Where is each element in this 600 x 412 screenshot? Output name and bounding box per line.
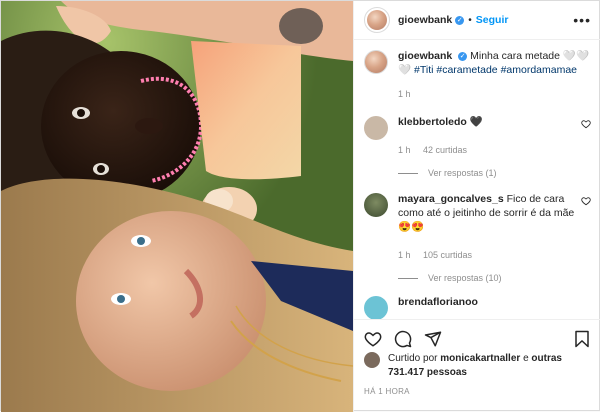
comment-item: brendaflorianoo xyxy=(364,295,591,320)
post-header: gioewbank ✓ • Seguir ••• xyxy=(354,1,600,40)
post-sidebar: gioewbank ✓ • Seguir ••• gioewbank ✓ Min… xyxy=(353,1,600,412)
like-comment-heart-icon[interactable] xyxy=(581,119,591,129)
post-timestamp[interactable]: HÁ 1 HORA xyxy=(364,387,410,396)
comment-item: mayara_goncalves_s Fico de cara como até… xyxy=(364,192,591,262)
comment-username[interactable]: klebbertoledo xyxy=(398,116,467,128)
instagram-post: gioewbank ✓ • Seguir ••• gioewbank ✓ Min… xyxy=(0,0,600,412)
comment-icon[interactable] xyxy=(394,330,412,348)
caption-hashtags[interactable]: #Titi #carametade #amordamamae xyxy=(414,64,577,76)
post-photo[interactable] xyxy=(1,1,353,412)
commenter-avatar[interactable] xyxy=(364,296,388,320)
comment-username[interactable]: brendaflorianoo xyxy=(398,296,478,308)
comments-list[interactable]: gioewbank ✓ Minha cara metade 🤍🤍🤍 #Titi … xyxy=(364,49,591,327)
verified-badge-icon: ✓ xyxy=(455,15,465,25)
comment-text: 🖤 xyxy=(469,116,483,128)
bookmark-icon[interactable] xyxy=(573,330,591,348)
comment-time: 1 h xyxy=(398,250,411,260)
selfie-image xyxy=(1,1,353,412)
comment-meta: 1 h 105 curtidas xyxy=(398,248,581,262)
caption-time: 1 h xyxy=(398,89,411,99)
heart-icon[interactable] xyxy=(364,330,382,348)
more-options-icon[interactable]: ••• xyxy=(573,12,591,28)
actions-divider xyxy=(354,319,600,320)
follow-button[interactable]: Seguir xyxy=(476,14,509,26)
comment-username[interactable]: mayara_goncalves_s xyxy=(398,193,504,205)
view-replies-button[interactable]: Ver respostas (1) xyxy=(398,168,591,178)
caption-text: Minha cara metade xyxy=(470,50,563,62)
replies-divider xyxy=(398,277,418,279)
likes-mid: e xyxy=(520,353,532,364)
separator-dot: • xyxy=(468,14,472,26)
caption-author-avatar[interactable] xyxy=(364,50,388,74)
caption-meta: 1 h xyxy=(398,87,591,101)
replies-divider xyxy=(398,172,418,174)
caption: gioewbank ✓ Minha cara metade 🤍🤍🤍 #Titi … xyxy=(364,49,591,101)
caption-username[interactable]: gioewbank xyxy=(398,50,452,62)
comment-likes[interactable]: 105 curtidas xyxy=(423,250,472,260)
verified-badge-icon: ✓ xyxy=(458,51,468,61)
comment-item: klebbertoledo 🖤 1 h 42 curtidas xyxy=(364,115,591,157)
like-comment-heart-icon[interactable] xyxy=(581,196,591,206)
commenter-avatar[interactable] xyxy=(364,193,388,217)
view-replies-button[interactable]: Ver respostas (10) xyxy=(398,273,591,283)
liker-username[interactable]: monicakartnaller xyxy=(440,353,520,364)
avatar-image xyxy=(367,10,387,30)
liker-avatar[interactable] xyxy=(364,352,380,368)
comment-likes[interactable]: 42 curtidas xyxy=(423,145,467,155)
view-replies-label[interactable]: Ver respostas (10) xyxy=(428,273,502,283)
likes-prefix: Curtido por xyxy=(388,353,441,364)
commenter-avatar[interactable] xyxy=(364,116,388,140)
author-username[interactable]: gioewbank xyxy=(398,14,452,26)
comment-time: 1 h xyxy=(398,145,411,155)
author-avatar[interactable] xyxy=(364,7,390,33)
likes-summary: Curtido por monicakartnaller e outras 73… xyxy=(364,352,591,380)
comment-meta: 1 h 42 curtidas xyxy=(398,143,581,157)
share-icon[interactable] xyxy=(424,330,442,348)
view-replies-label[interactable]: Ver respostas (1) xyxy=(428,168,497,178)
action-bar xyxy=(364,329,591,349)
